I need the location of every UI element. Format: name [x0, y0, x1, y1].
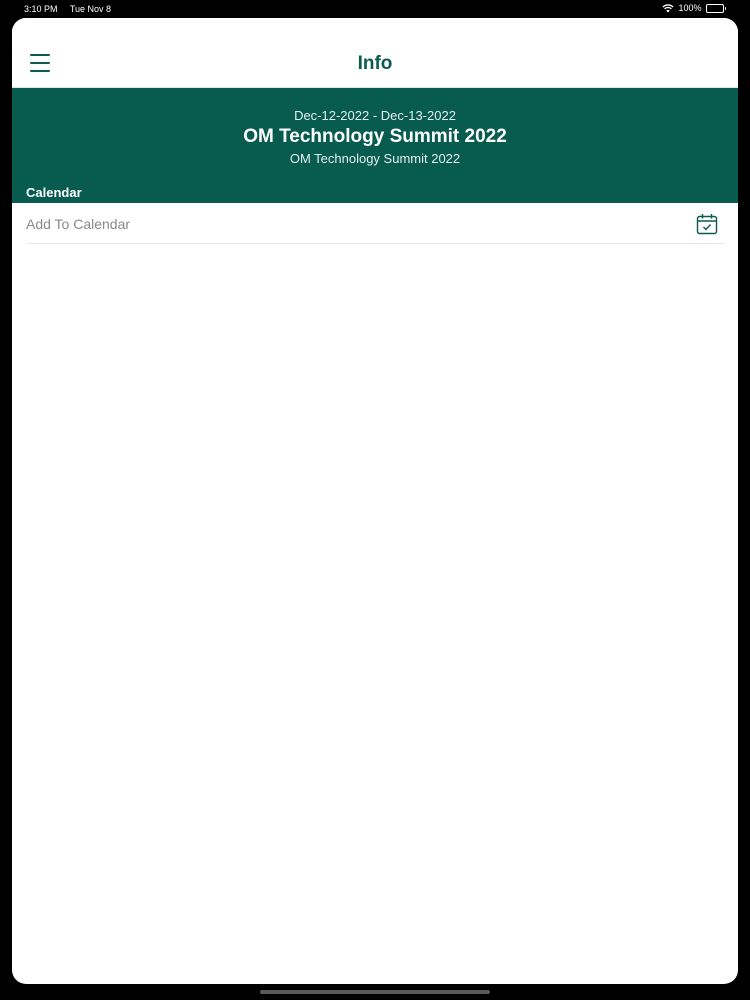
section-label-calendar: Calendar [26, 185, 82, 200]
battery-percent: 100% [678, 3, 702, 13]
event-dates: Dec-12-2022 - Dec-13-2022 [294, 108, 456, 123]
status-bar: 3:10 PM Tue Nov 8 100% [0, 0, 750, 18]
status-date: Tue Nov 8 [69, 4, 112, 14]
status-bar-left: 3:10 PM Tue Nov 8 [24, 4, 121, 14]
add-to-calendar-label: Add To Calendar [26, 216, 131, 232]
navigation-bar: Info [12, 18, 738, 88]
event-header: Dec-12-2022 - Dec-13-2022 OM Technology … [12, 88, 738, 203]
app-screen: Info Dec-12-2022 - Dec-13-2022 OM Techno… [12, 18, 738, 984]
event-title: OM Technology Summit 2022 [243, 126, 507, 147]
add-to-calendar-row[interactable]: Add To Calendar [26, 203, 724, 244]
status-time: 3:10 PM [24, 4, 58, 14]
status-bar-right: 100% [662, 3, 726, 13]
battery-icon [705, 3, 726, 13]
calendar-check-icon[interactable] [696, 213, 718, 235]
home-indicator [260, 990, 490, 994]
wifi-icon [662, 3, 675, 12]
event-subtitle: OM Technology Summit 2022 [289, 151, 461, 166]
page-title: Info [357, 53, 393, 74]
